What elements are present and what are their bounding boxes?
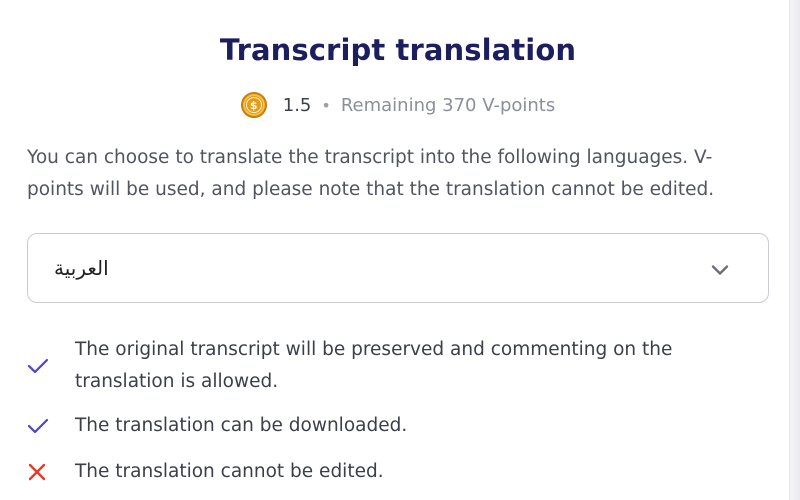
clipped-top-content <box>318 0 438 4</box>
scroll-edge <box>789 0 800 500</box>
language-select[interactable]: العربية <box>27 233 769 303</box>
selected-language: العربية <box>54 256 109 280</box>
translation-cost: 1.5 <box>282 94 312 116</box>
feature-list: The original transcript will be preserve… <box>27 333 777 489</box>
cross-icon <box>28 463 46 481</box>
feature-item: The translation cannot be edited. <box>27 455 777 489</box>
feature-text: The translation can be downloaded. <box>75 415 408 436</box>
feature-item: The original transcript will be preserve… <box>27 333 777 399</box>
translation-dialog: Transcript translation $ 1.5 • Remaining… <box>0 0 800 500</box>
remaining-points: Remaining 370 V-points <box>340 94 556 116</box>
feature-text: The translation cannot be edited. <box>75 461 384 482</box>
separator: • <box>321 95 331 115</box>
check-icon <box>27 418 49 434</box>
check-icon <box>27 358 49 374</box>
chevron-down-icon <box>711 265 729 275</box>
points-info: $ 1.5 • Remaining 370 V-points <box>0 92 796 118</box>
feature-text: The original transcript will be preserve… <box>75 339 673 392</box>
description-text: You can choose to translate the transcri… <box>27 147 715 200</box>
coin-icon: $ <box>240 92 267 118</box>
page-title: Transcript translation <box>219 33 577 67</box>
feature-item: The translation can be downloaded. <box>27 409 777 443</box>
